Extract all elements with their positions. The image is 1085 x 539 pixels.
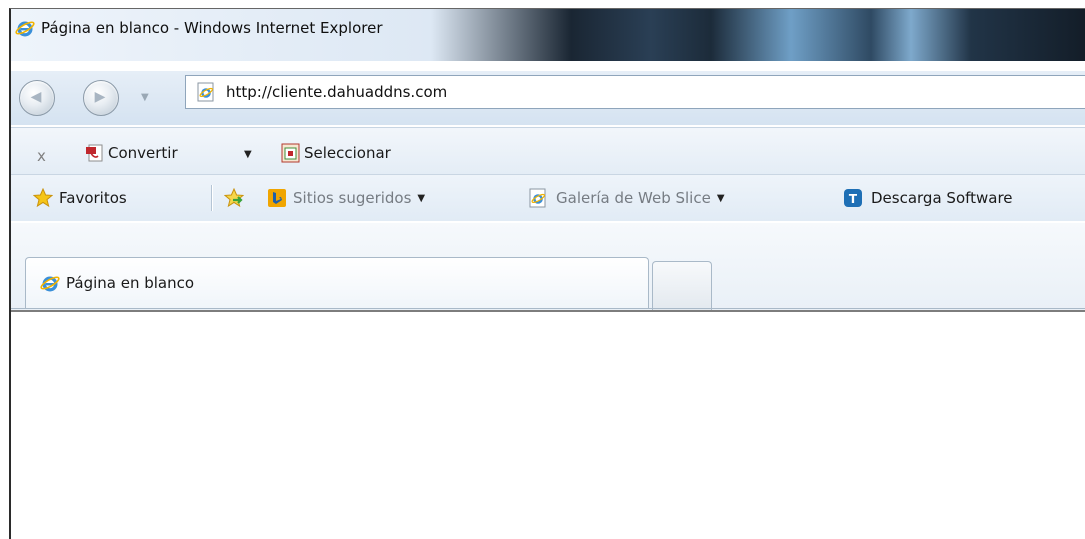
title-bar: Página en blanco - Windows Internet Expl… (11, 9, 1085, 61)
window-title: Página en blanco - Windows Internet Expl… (41, 19, 383, 37)
select-label: Seleccionar (304, 144, 391, 162)
close-toolbar-button[interactable]: x (37, 147, 46, 165)
fav-item-label: Sitios sugeridos (293, 189, 412, 207)
favorites-button[interactable]: Favoritos (33, 186, 127, 210)
address-bar[interactable]: http://cliente.dahuaddns.com (185, 75, 1085, 109)
fav-item-label: Galería de Web Slice (556, 189, 711, 207)
page-content[interactable] (11, 310, 1085, 539)
chevron-down-icon: ▼ (417, 192, 426, 204)
tab-pagina-en-blanco[interactable]: Página en blanco (25, 257, 649, 308)
favorites-label: Favoritos (59, 189, 127, 207)
fav-item-sitios-sugeridos[interactable]: Sitios sugeridos ▼ (267, 186, 425, 210)
chevron-down-icon: ▼ (716, 192, 725, 204)
add-to-favorites-icon (224, 188, 244, 208)
select-button[interactable]: Seleccionar (281, 141, 391, 165)
toolbar-divider (211, 185, 213, 211)
convert-label: Convertir (108, 144, 178, 162)
recent-pages-dropdown[interactable]: ▼ (141, 92, 149, 103)
bing-icon (268, 189, 286, 207)
tab-label: Página en blanco (66, 274, 195, 292)
browser-window: Página en blanco - Windows Internet Expl… (9, 8, 1085, 539)
add-to-favorites-button[interactable] (224, 186, 244, 210)
ie-page-icon (197, 82, 214, 102)
convert-button[interactable]: Convertir (85, 141, 178, 165)
ie-logo-icon (40, 276, 60, 292)
t-badge-icon: T (844, 189, 862, 207)
fav-item-label: Descarga Software (871, 189, 1013, 207)
forward-arrow-icon: ▶ (94, 89, 106, 105)
new-tab-button[interactable] (652, 261, 712, 310)
tab-divider (11, 308, 1085, 309)
back-button[interactable]: ◀ (19, 80, 55, 116)
fav-item-galeria-web-slice[interactable]: Galería de Web Slice ▼ (528, 186, 725, 210)
forward-button[interactable]: ▶ (83, 80, 119, 116)
address-url[interactable]: http://cliente.dahuaddns.com (226, 83, 447, 101)
svg-text:T: T (849, 192, 858, 206)
ie-logo-icon (15, 21, 35, 37)
fav-item-descarga-software[interactable]: T Descarga Software (843, 186, 1013, 210)
ie-page-icon (529, 188, 546, 208)
star-icon (33, 188, 53, 208)
pdf-convert-icon (86, 144, 103, 162)
select-pdf-icon (281, 143, 300, 163)
back-arrow-icon: ◀ (30, 89, 42, 105)
chevron-down-icon[interactable]: ▼ (244, 149, 252, 160)
